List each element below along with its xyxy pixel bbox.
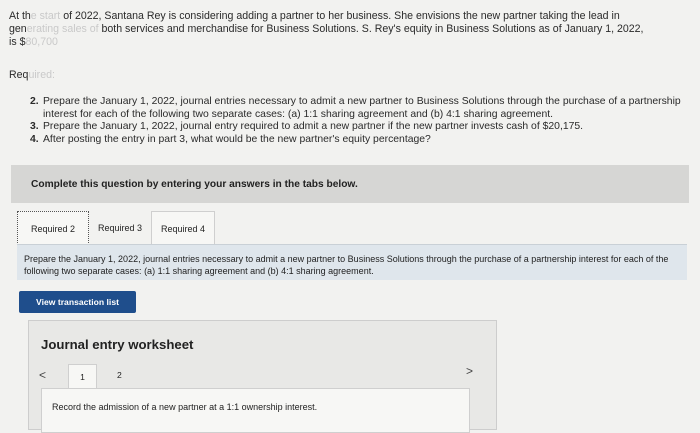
page-tab-1[interactable]: 1 (68, 364, 97, 389)
worksheet-title: Journal entry worksheet (41, 337, 194, 352)
tab-description-panel: Prepare the January 1, 2022, journal ent… (17, 244, 687, 280)
instructions-banner: Complete this question by entering your … (11, 165, 689, 203)
tab-required-3[interactable]: Required 3 (89, 211, 152, 245)
requirement-tabs: Required 2 Required 3 Required 4 (17, 211, 216, 245)
tab-required-2[interactable]: Required 2 (17, 211, 89, 245)
required-label: Required: (9, 69, 55, 81)
requirements-list: 2. Prepare the January 1, 2022, journal … (30, 96, 690, 146)
view-transaction-list-button[interactable]: View transaction list (19, 291, 136, 313)
journal-entry-worksheet: Journal entry worksheet < 1 2 Record the… (28, 320, 497, 433)
entry-instruction: Record the admission of a new partner at… (41, 388, 470, 433)
chevron-left-icon[interactable]: < (39, 368, 46, 382)
chevron-right-icon[interactable]: > (466, 364, 473, 378)
requirement-3: 3. Prepare the January 1, 2022, journal … (30, 121, 584, 133)
page-tab-2[interactable]: 2 (117, 370, 122, 380)
requirement-2: 2. Prepare the January 1, 2022, journal … (30, 96, 681, 120)
requirement-4: 4. After posting the entry in part 3, wh… (30, 133, 431, 145)
problem-intro: At the start of 2022, Santana Rey is con… (9, 10, 644, 48)
tab-required-4[interactable]: Required 4 (151, 211, 216, 245)
